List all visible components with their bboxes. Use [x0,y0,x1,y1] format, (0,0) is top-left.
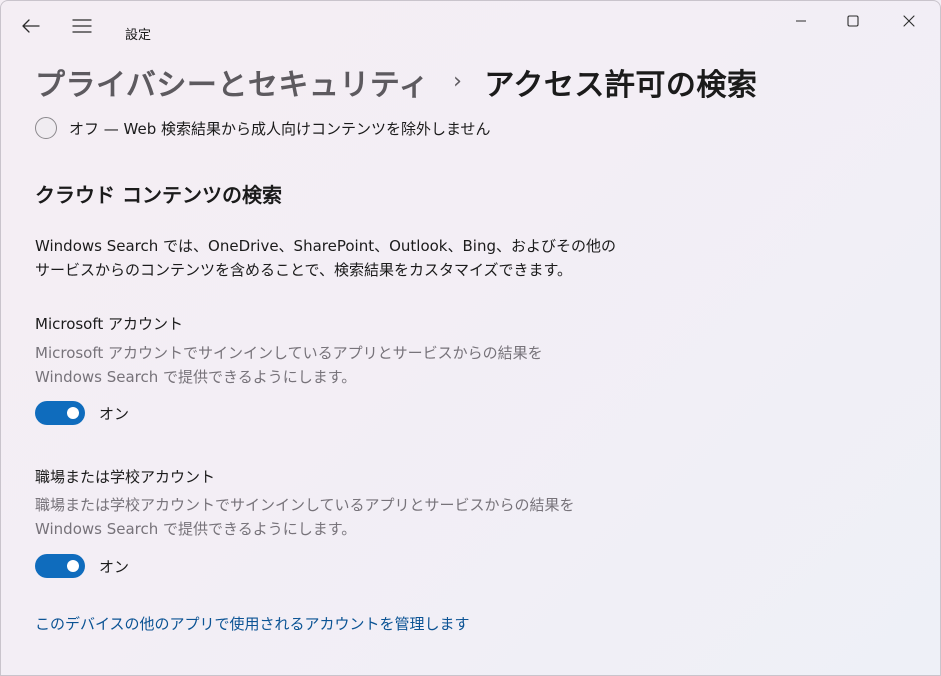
microsoft-account-toggle[interactable] [35,401,85,425]
cloud-search-section-title: クラウド コンテンツの検索 [35,183,282,207]
work-school-account-description: 職場または学校アカウントでサインインしているアプリとサービスからの結果を Win… [35,496,575,538]
app-title: 設定 [125,28,152,43]
manage-accounts-link[interactable]: このデバイスの他のアプリで使用されるアカウントを管理します [35,613,470,634]
radio-button[interactable] [35,117,57,139]
navigation-menu-button[interactable] [64,11,100,41]
title-bar: 設定 [1,1,940,49]
maximize-icon [847,15,859,27]
work-school-account-toggle-state: オン [99,557,130,576]
minimize-button[interactable] [778,1,824,41]
safesearch-off-option[interactable]: オフ — Web 検索結果から成人向けコンテンツを除外しません [35,117,491,139]
toggle-knob [67,560,79,572]
cloud-search-description: Windows Search では、OneDrive、SharePoint、Ou… [35,237,616,279]
minimize-icon [796,20,806,22]
microsoft-account-toggle-row: オン [35,401,129,425]
close-button[interactable] [886,1,932,41]
microsoft-account-description: Microsoft アカウントでサインインしているアプリとサービスからの結果を … [35,344,543,386]
work-school-account-toggle[interactable] [35,554,85,578]
close-icon [903,15,915,27]
microsoft-account-label: Microsoft アカウント [35,315,184,333]
safesearch-off-label: オフ — Web 検索結果から成人向けコンテンツを除外しません [69,119,491,138]
work-school-account-toggle-row: オン [35,554,129,578]
breadcrumb-chevron-icon: › [453,68,463,94]
settings-window: 設定 プライバシーとセキュリティ › アクセス許可の検索 オフ — Web 検索… [0,0,941,676]
microsoft-account-toggle-state: オン [99,404,130,423]
back-button[interactable] [13,11,49,41]
back-arrow-icon [22,19,40,33]
toggle-knob [67,407,79,419]
breadcrumb-parent-link[interactable]: プライバシーとセキュリティ [35,60,429,104]
breadcrumb: プライバシーとセキュリティ › アクセス許可の検索 [35,59,757,105]
hamburger-menu-icon [72,19,92,33]
page-title: アクセス許可の検索 [484,68,758,103]
work-school-account-label: 職場または学校アカウント [35,468,216,486]
maximize-button[interactable] [830,1,876,41]
